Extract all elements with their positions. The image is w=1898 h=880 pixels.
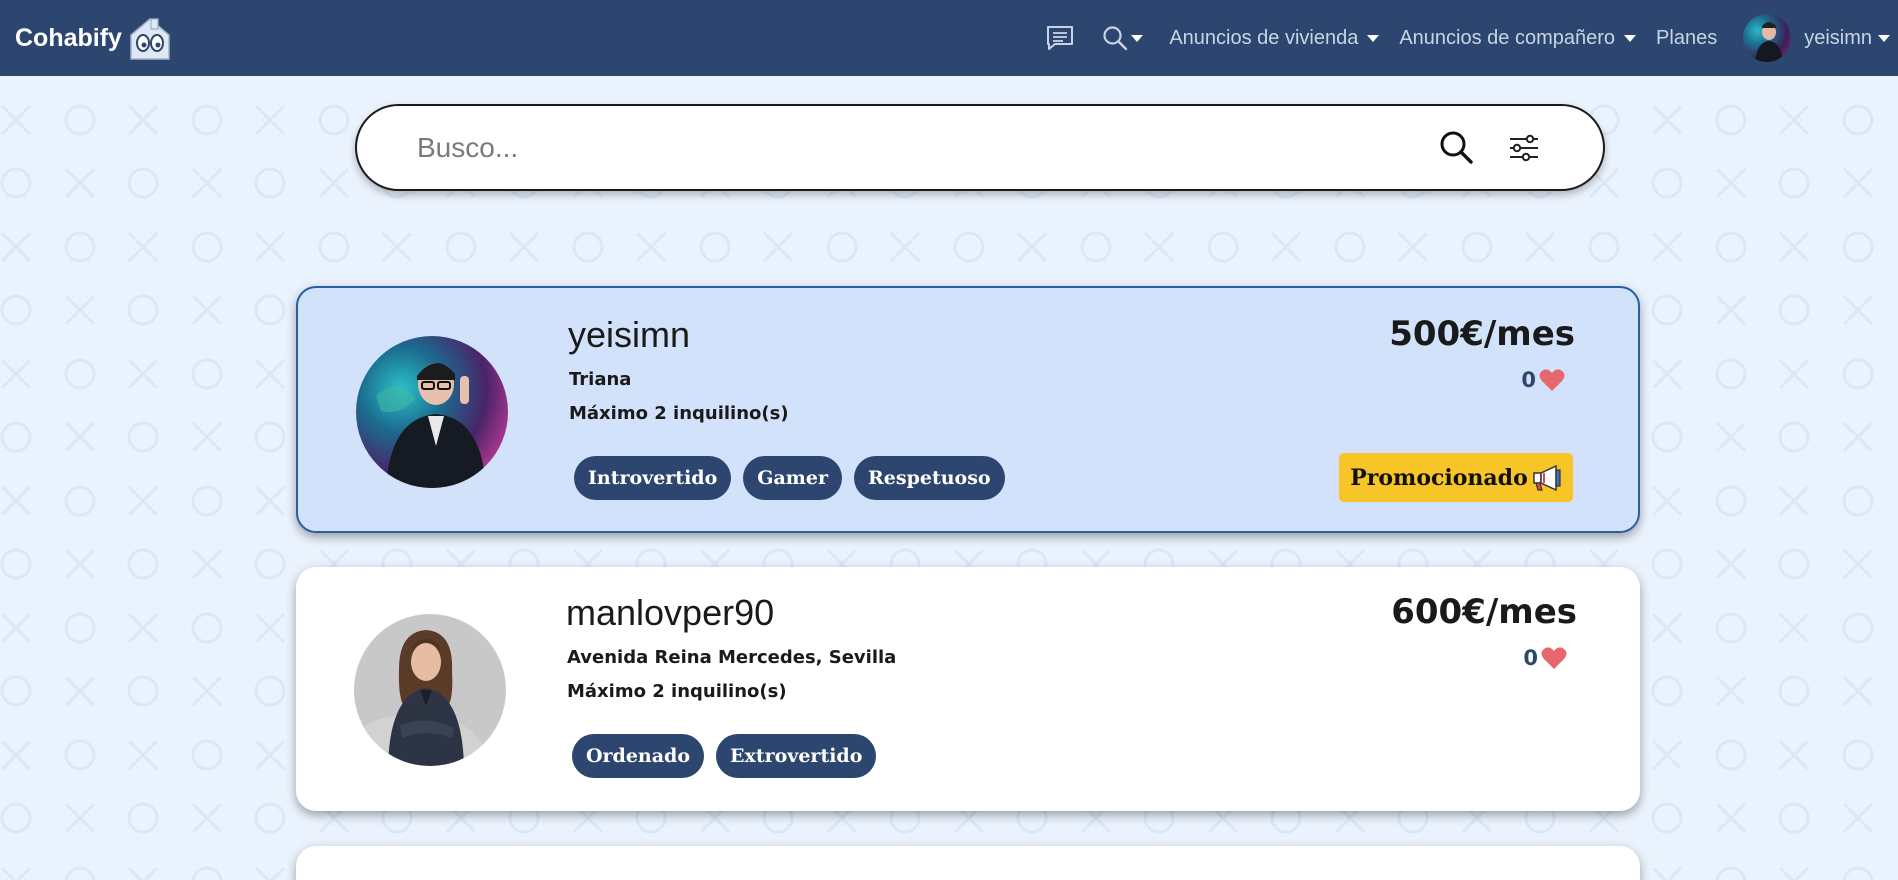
search-icon <box>1103 26 1128 51</box>
tag-list: Ordenado Extrovertido <box>572 734 877 778</box>
listing-price: 600€/mes <box>1391 592 1577 632</box>
megaphone-icon <box>1533 464 1561 491</box>
search-input[interactable] <box>417 117 1377 178</box>
username-label: yeisimn <box>1804 26 1872 49</box>
tag: Ordenado <box>572 734 705 778</box>
nav-right: Anuncios de vivienda Anuncios de compañe… <box>1046 0 1898 76</box>
brand[interactable]: Cohabify <box>15 15 173 61</box>
listing-username[interactable]: manlovper90 <box>566 592 774 634</box>
search-icon <box>1440 131 1473 164</box>
top-navbar: Cohabify Anuncios de vivienda Anuncios d… <box>0 0 1898 76</box>
menu-roommate-ads[interactable]: Anuncios de compañero <box>1399 26 1637 50</box>
menu-housing-ads[interactable]: Anuncios de vivienda <box>1169 26 1380 50</box>
search-dropdown[interactable] <box>1102 25 1144 51</box>
avatar <box>354 614 506 766</box>
chevron-down-icon <box>1624 34 1637 42</box>
house-eyes-logo-icon <box>130 18 170 60</box>
listing-location: Triana <box>569 369 632 390</box>
avatar <box>356 336 508 488</box>
chevron-down-icon <box>1367 34 1380 42</box>
listing-username[interactable]: yeisimn <box>568 314 690 356</box>
menu-roommate-label: Anuncios de compañero <box>1399 26 1616 49</box>
search-button[interactable] <box>1437 128 1477 168</box>
listing-card[interactable]: yeisimn Triana Máximo 2 inquilino(s) Int… <box>296 286 1640 533</box>
tag: Extrovertido <box>716 734 877 778</box>
chevron-down-icon <box>1131 34 1144 42</box>
chat-icon <box>1047 26 1074 50</box>
tag: Respetuoso <box>854 456 1005 500</box>
like-count: 0 <box>1521 368 1536 392</box>
listing-card[interactable]: manlovper90 Avenida Reina Mercedes, Sevi… <box>296 567 1640 811</box>
promoted-badge: Promocionado <box>1339 453 1573 502</box>
listing-max-tenants: Máximo 2 inquilino(s) <box>567 681 787 702</box>
like-count: 0 <box>1523 646 1538 670</box>
like-counter[interactable]: 0 <box>1523 646 1567 670</box>
heart-icon <box>1539 369 1565 391</box>
tag-list: Introvertido Gamer Respetuoso <box>574 456 1005 500</box>
plans-link[interactable]: Planes <box>1656 27 1717 50</box>
tag: Introvertido <box>574 456 732 500</box>
avatar <box>1743 14 1792 62</box>
search-bar <box>355 104 1605 191</box>
filter-button[interactable] <box>1504 128 1544 168</box>
listing-card[interactable] <box>296 846 1640 880</box>
tag: Gamer <box>743 456 843 500</box>
brand-name: Cohabify <box>15 23 122 52</box>
like-counter[interactable]: 0 <box>1521 368 1565 392</box>
promoted-label: Promocionado <box>1350 464 1528 491</box>
menu-housing-label: Anuncios de vivienda <box>1169 26 1359 49</box>
user-menu[interactable]: yeisimn <box>1743 14 1890 62</box>
listing-price: 500€/mes <box>1389 314 1575 354</box>
listing-location: Avenida Reina Mercedes, Sevilla <box>567 647 897 668</box>
listing-max-tenants: Máximo 2 inquilino(s) <box>569 403 789 424</box>
sliders-icon <box>1510 134 1538 162</box>
heart-icon <box>1541 647 1567 669</box>
messages-button[interactable] <box>1046 25 1074 51</box>
chevron-down-icon <box>1878 34 1890 42</box>
